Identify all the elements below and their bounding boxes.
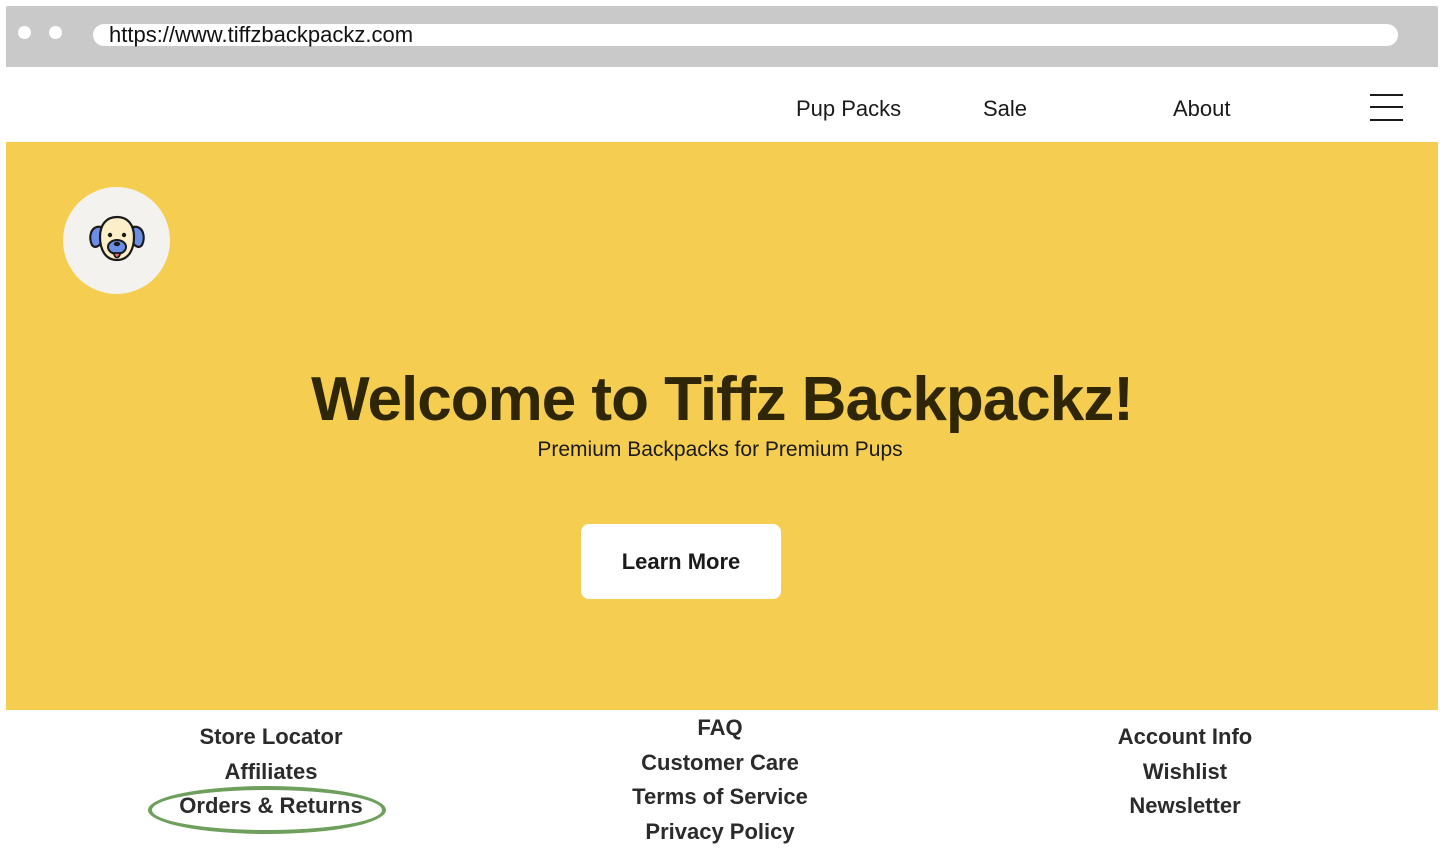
nav-link-pup-packs[interactable]: Pup Packs	[796, 96, 901, 122]
footer-link-orders-returns[interactable]: Orders & Returns	[121, 793, 421, 819]
hero-banner: Welcome to Tiffz Backpackz! Premium Back…	[6, 142, 1438, 710]
hero-subtitle: Premium Backpacks for Premium Pups	[537, 438, 903, 461]
window-control-dot[interactable]	[18, 26, 31, 39]
site-logo[interactable]	[63, 187, 170, 294]
browser-window: https://www.tiffzbackpackz.com Pup Packs…	[6, 6, 1438, 861]
footer-link-account-info[interactable]: Account Info	[1035, 724, 1335, 750]
url-text[interactable]: https://www.tiffzbackpackz.com	[109, 24, 413, 46]
hamburger-menu-icon[interactable]	[1370, 93, 1403, 123]
footer-link-customer-care[interactable]: Customer Care	[570, 750, 870, 776]
site-footer: Store Locator Affiliates Orders & Return…	[6, 710, 1438, 861]
footer-link-newsletter[interactable]: Newsletter	[1035, 793, 1335, 819]
footer-link-terms-of-service[interactable]: Terms of Service	[570, 784, 870, 810]
footer-link-affiliates[interactable]: Affiliates	[121, 759, 421, 785]
browser-toolbar: https://www.tiffzbackpackz.com	[6, 6, 1438, 67]
hero-title: Welcome to Tiffz Backpackz!	[311, 365, 1134, 434]
dog-face-icon	[89, 215, 145, 262]
site-navbar: Pup Packs Sale About	[6, 67, 1438, 142]
footer-link-privacy-policy[interactable]: Privacy Policy	[570, 819, 870, 845]
nav-link-sale[interactable]: Sale	[983, 96, 1027, 122]
window-control-dot[interactable]	[49, 26, 62, 39]
learn-more-button[interactable]: Learn More	[581, 524, 781, 599]
address-bar[interactable]: https://www.tiffzbackpackz.com	[93, 24, 1398, 46]
footer-link-store-locator[interactable]: Store Locator	[121, 724, 421, 750]
nav-link-about[interactable]: About	[1173, 96, 1231, 122]
footer-link-wishlist[interactable]: Wishlist	[1035, 759, 1335, 785]
footer-link-faq[interactable]: FAQ	[570, 715, 870, 741]
